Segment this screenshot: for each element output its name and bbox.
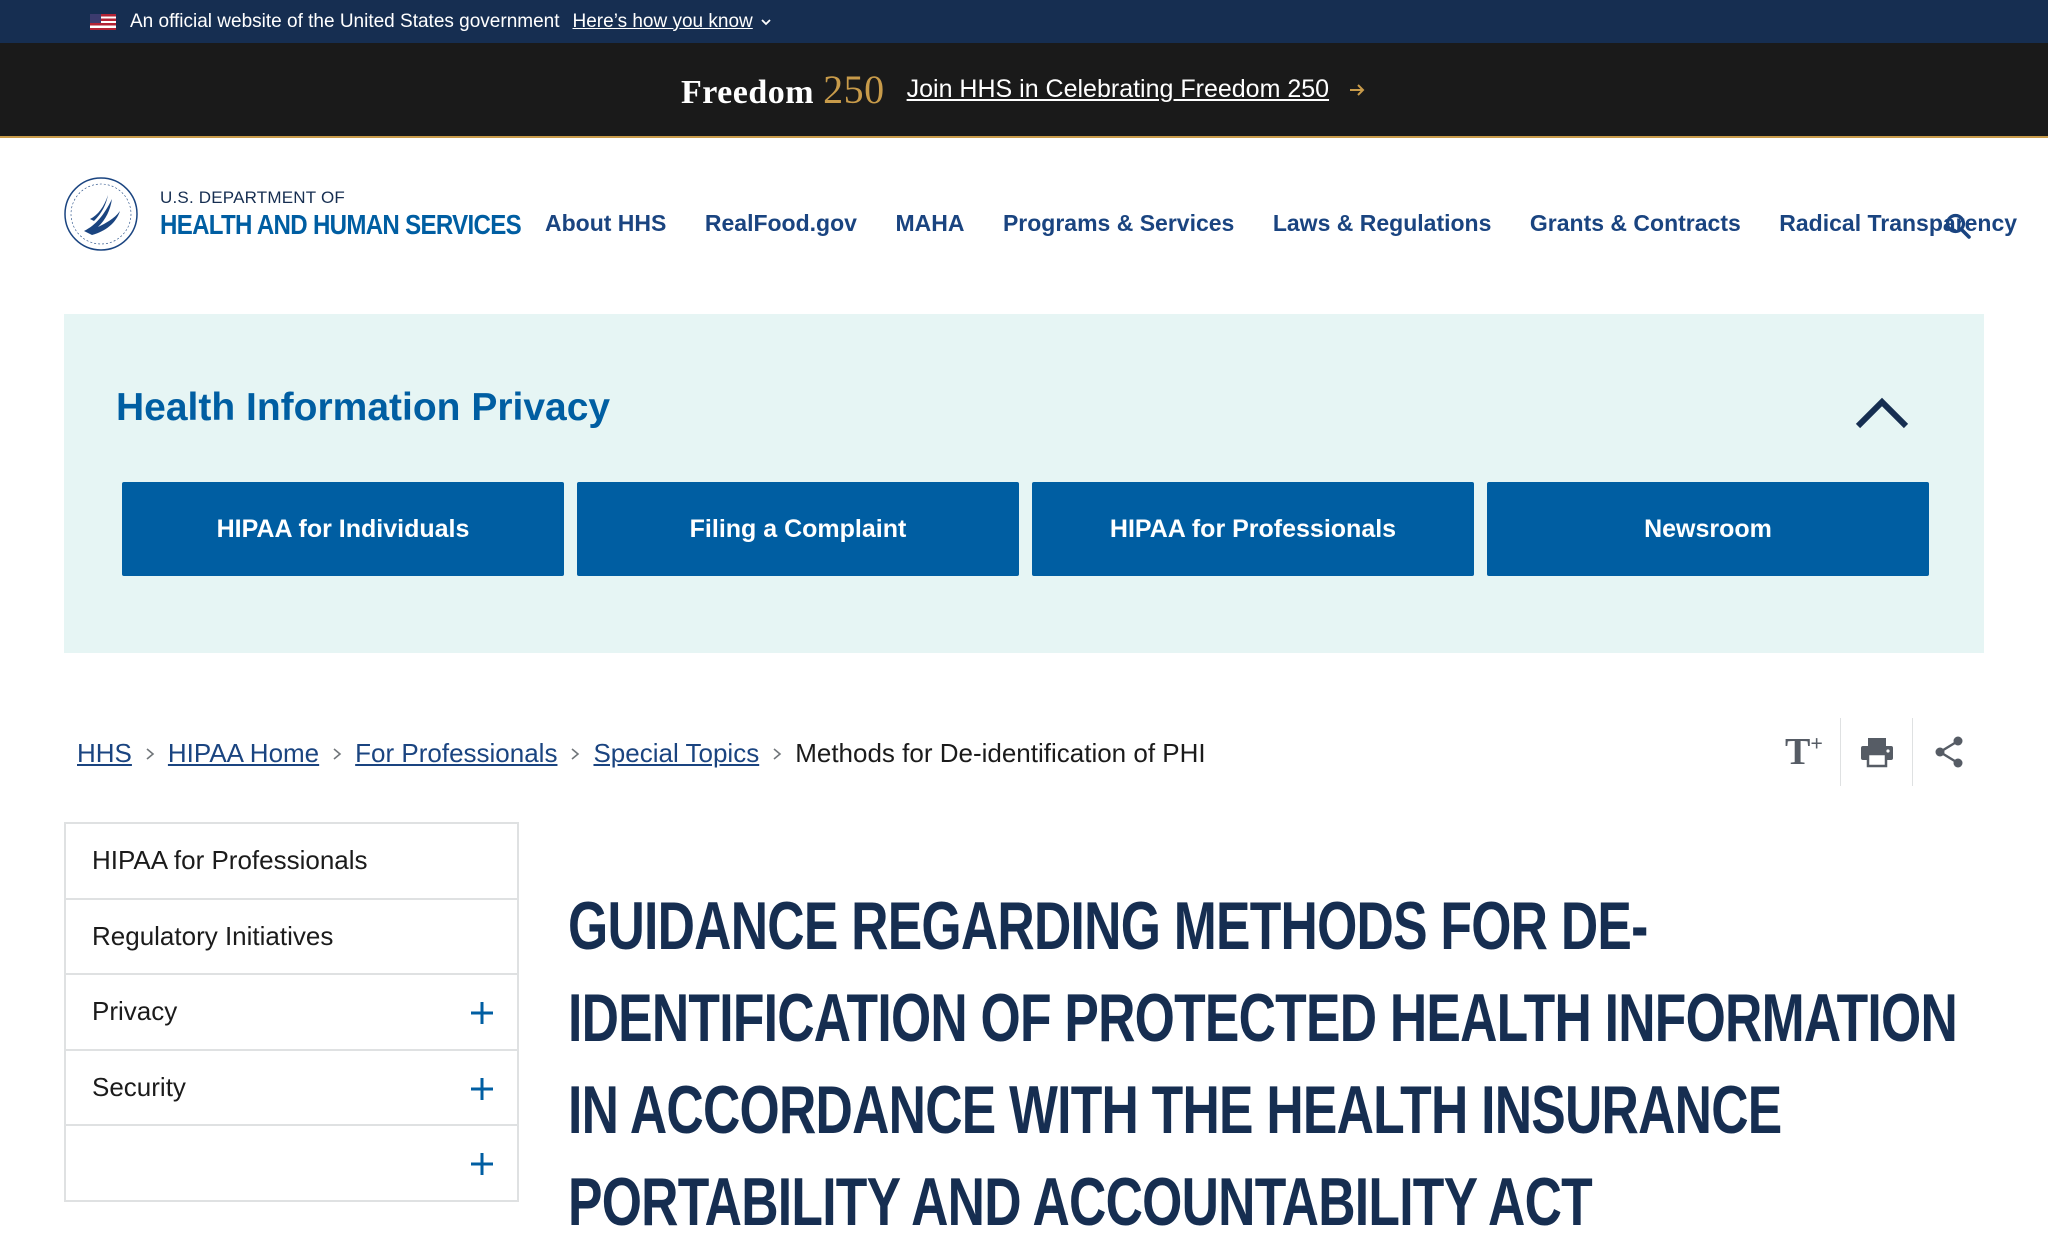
gov-banner: An official website of the United States…	[0, 0, 2048, 43]
freedom-250-link[interactable]: Join HHS in Celebrating Freedom 250	[907, 75, 1329, 104]
page-title: Guidance Regarding Methods for De-identi…	[568, 888, 1958, 1240]
search-icon[interactable]	[1944, 212, 1972, 240]
side-nav: HIPAA for Professionals Regulatory Initi…	[64, 822, 519, 1202]
nav-laws-regulations[interactable]: Laws & Regulations	[1273, 210, 1492, 237]
share-button[interactable]	[1912, 718, 1984, 786]
breadcrumb-hhs[interactable]: HHS	[77, 738, 132, 769]
share-icon	[1935, 736, 1962, 768]
hip-section-panel: Health Information Privacy HIPAA for Ind…	[64, 314, 1984, 653]
chevron-down-icon[interactable]	[761, 17, 771, 27]
hipaa-for-individuals-button[interactable]: HIPAA for Individuals	[122, 482, 564, 576]
hip-title: Health Information Privacy	[116, 386, 611, 429]
main-nav: About HHS RealFood.gov MAHA Programs & S…	[545, 210, 2048, 237]
side-nav-regulatory-initiatives[interactable]: Regulatory Initiatives	[66, 900, 517, 975]
hip-button-row: HIPAA for Individuals Filing a Complaint…	[122, 482, 1942, 576]
freedom-250-logo: Freedom 250	[680, 67, 885, 112]
arrow-right-icon[interactable]	[1347, 80, 1367, 100]
nav-about-hhs[interactable]: About HHS	[545, 210, 666, 237]
logo-agency-name: HEALTH AND HUMAN SERVICES	[160, 208, 522, 240]
text-size-icon: T+	[1785, 730, 1823, 773]
nav-grants-contracts[interactable]: Grants & Contracts	[1530, 210, 1741, 237]
plus-icon[interactable]	[469, 1076, 495, 1102]
side-nav-security[interactable]: Security	[66, 1051, 517, 1126]
plus-icon[interactable]	[469, 1151, 495, 1177]
freedom-250-banner: Freedom 250 Join HHS in Celebrating Free…	[0, 43, 2048, 138]
nav-programs-services[interactable]: Programs & Services	[1003, 210, 1234, 237]
hhs-logo[interactable]: U.S. DEPARTMENT OF HEALTH AND HUMAN SERV…	[62, 175, 580, 253]
us-flag-icon	[90, 13, 116, 30]
breadcrumb-hipaa-home[interactable]: HIPAA Home	[168, 738, 319, 769]
site-header: U.S. DEPARTMENT OF HEALTH AND HUMAN SERV…	[0, 138, 2048, 314]
nav-maha[interactable]: MAHA	[895, 210, 964, 237]
chevron-right-icon	[773, 747, 782, 760]
breadcrumb-for-professionals[interactable]: For Professionals	[355, 738, 557, 769]
breadcrumb-special-topics[interactable]: Special Topics	[593, 738, 759, 769]
print-icon	[1860, 738, 1893, 768]
logo-department-text: U.S. DEPARTMENT OF	[160, 187, 345, 207]
filing-complaint-button[interactable]: Filing a Complaint	[577, 482, 1019, 576]
text-size-button[interactable]: T+	[1768, 718, 1840, 786]
chevron-right-icon	[333, 747, 342, 760]
chevron-right-icon	[571, 747, 580, 760]
breadcrumb-current-page: Methods for De-identification of PHI	[795, 738, 1206, 768]
nav-radical-transparency[interactable]: Radical Transparency	[1779, 210, 2017, 237]
page-tools: T+	[1768, 718, 1984, 786]
newsroom-button[interactable]: Newsroom	[1487, 482, 1929, 576]
breadcrumb: HHS HIPAA Home For Professionals Special…	[77, 738, 1206, 769]
plus-icon[interactable]	[469, 1000, 495, 1026]
hhs-eagle-seal-icon	[64, 177, 138, 251]
chevron-up-icon[interactable]	[1854, 394, 1910, 430]
chevron-right-icon	[146, 747, 155, 760]
official-website-text: An official website of the United States…	[130, 10, 560, 32]
hipaa-for-professionals-button[interactable]: HIPAA for Professionals	[1032, 482, 1474, 576]
nav-realfood[interactable]: RealFood.gov	[705, 210, 857, 237]
heres-how-you-know-link[interactable]: Here’s how you know	[573, 11, 753, 33]
side-nav-privacy[interactable]: Privacy	[66, 975, 517, 1051]
print-button[interactable]	[1840, 718, 1912, 786]
side-nav-hipaa-for-professionals[interactable]: HIPAA for Professionals	[66, 824, 517, 900]
side-nav-item-partial[interactable]	[66, 1126, 517, 1202]
